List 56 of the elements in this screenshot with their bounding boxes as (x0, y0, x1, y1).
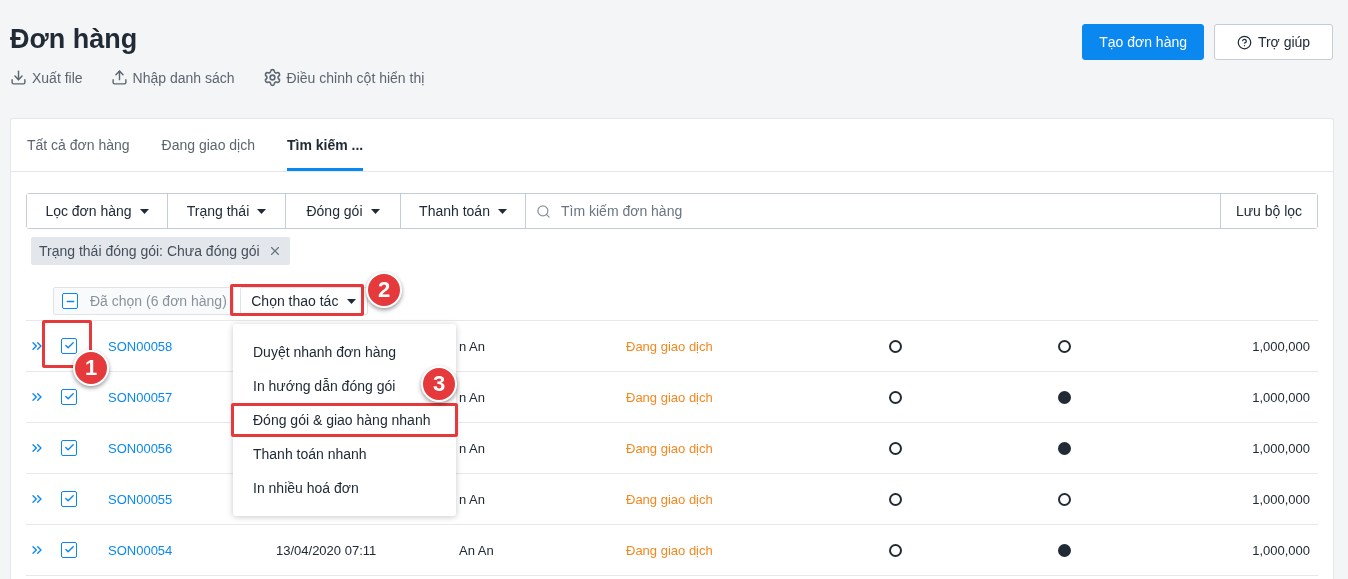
table-cell-text: 1,000,000 (1251, 542, 1311, 558)
caret-icon (139, 208, 149, 214)
action-link[interactable]: Xuất file (10, 68, 83, 87)
caret-icon (257, 208, 267, 214)
table-cell-text: 1,000,000 (1251, 389, 1311, 405)
caret-icon (370, 208, 380, 214)
checkbox[interactable] (61, 337, 77, 354)
action-link[interactable]: Nhập danh sách (110, 68, 235, 87)
checkbox[interactable] (61, 541, 77, 558)
checkbox[interactable] (61, 490, 77, 507)
search-field[interactable]: Tìm kiếm đơn hàng (526, 194, 1221, 228)
menu-item[interactable]: Duyệt nhanh đơn hàng (233, 335, 408, 369)
search-icon (536, 203, 551, 219)
selection-count: Đã chọn (6 đơn hàng) (90, 293, 227, 309)
table-cell: 13/04/2020 07:11 (276, 542, 377, 558)
table-cell-text: 1,000,000 (1251, 440, 1311, 456)
choose-action-button[interactable]: Chọn thao tác (239, 287, 368, 315)
tab[interactable]: Tất cả đơn hàng (27, 119, 130, 171)
status-text: Đang giao dịch (626, 338, 713, 354)
download-icon (10, 69, 27, 86)
settings-icon (262, 68, 282, 87)
help-button[interactable]: Trợ giúp (1214, 24, 1333, 60)
table-cell-text: 1,000,000 (1251, 338, 1311, 354)
order-link[interactable]: SON00057 (108, 389, 173, 405)
filter-tag-label: Trạng thái đóng gói: Chưa đóng gói (39, 243, 260, 259)
menu-item[interactable]: In nhiều hoá đơn (233, 471, 370, 505)
page-title: Đơn hàng (10, 23, 139, 56)
action-link[interactable]: Điều chỉnh cột hiển thị (262, 68, 425, 87)
status-text: Đang giao dịch (626, 440, 713, 456)
upload-icon (110, 69, 128, 86)
order-link[interactable]: SON00058 (108, 338, 173, 354)
table-cell: n An (459, 491, 486, 507)
order-link[interactable]: SON00054 (108, 542, 173, 558)
status-text: Đang giao dịch (626, 542, 713, 558)
status-text: Đang giao dịch (626, 491, 713, 507)
filter-dropdown[interactable]: Lọc đơn hàng (27, 194, 168, 228)
checkbox[interactable] (61, 388, 77, 405)
order-link[interactable]: SON00056 (108, 440, 173, 456)
checkbox[interactable] (62, 293, 78, 309)
menu-item[interactable]: In hướng dẫn đóng gói (233, 369, 407, 403)
menu-item[interactable]: Thanh toán nhanh (233, 437, 378, 471)
table-cell: n An (459, 338, 486, 354)
menu-item[interactable]: Đóng gói & giao hàng nhanh (231, 403, 458, 437)
tab[interactable]: Tìm kiếm ... (287, 119, 364, 171)
create-order-button[interactable]: Tạo đơn hàng (1082, 24, 1204, 60)
help-icon (1236, 34, 1252, 50)
table-cell-text: 1,000,000 (1251, 491, 1311, 507)
status-text: Đang giao dịch (626, 389, 713, 405)
table-cell: n An (459, 440, 486, 456)
checkbox[interactable] (61, 439, 77, 456)
table-cell: An An (459, 542, 494, 558)
caret-icon (347, 298, 357, 304)
order-link[interactable]: SON00055 (108, 491, 173, 507)
caret-icon (497, 208, 507, 214)
table-cell: n An (459, 389, 486, 405)
tab[interactable]: Đang giao dịch (161, 119, 255, 171)
